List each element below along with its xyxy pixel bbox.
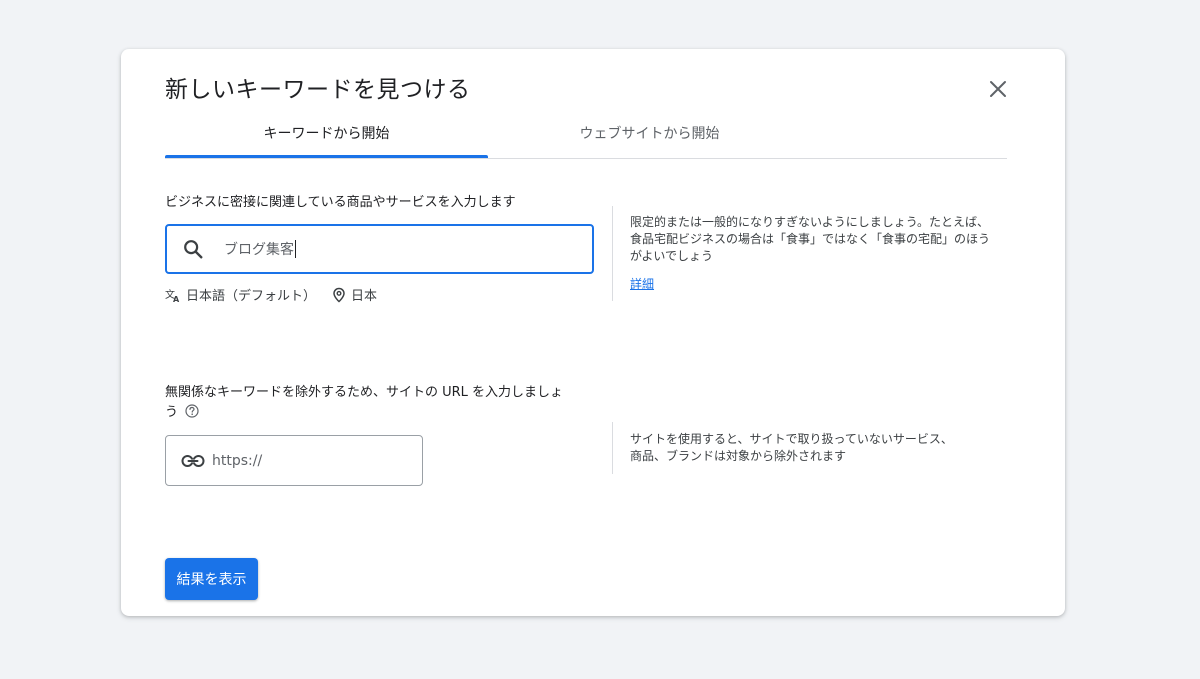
keyword-planner-dialog: 新しいキーワードを見つける キーワードから開始 ウェブサイトから開始 ビジネスに… [121,49,1065,616]
learn-more-link[interactable]: 詳細 [630,275,654,292]
location-label: 日本 [351,289,378,304]
keyword-hint-divider [612,206,613,301]
url-section-label-line1: 無関係なキーワードを除外するため、サイトの URL を入力しましょ [165,385,564,400]
help-circle-icon[interactable] [185,404,199,418]
tab-start-with-keywords[interactable]: キーワードから開始 [165,119,488,158]
website-url-field[interactable] [165,435,423,486]
show-results-button[interactable]: 結果を表示 [165,558,258,600]
language-label: 日本語（デフォルト） [186,289,317,304]
tab-bar: キーワードから開始 ウェブサイトから開始 [165,119,1007,159]
search-icon [184,240,203,259]
translate-icon: 文 A [165,288,180,303]
website-url-input[interactable] [212,452,412,469]
tab-label: ウェブサイトから開始 [579,126,720,142]
close-icon [990,81,1006,97]
svg-text:A: A [173,295,180,303]
keyword-input[interactable]: ブログ集客 [165,224,594,274]
url-hint-divider [612,422,613,474]
dialog-title: 新しいキーワードを見つける [165,77,471,103]
keyword-input-value: ブログ集客 [224,242,294,258]
url-hint-line1: サイトを使用すると、サイトで取り扱っていないサービス、 [630,432,953,446]
url-hint-line2: 商品、ブランドは対象から除外されます [630,449,847,463]
location-pin-icon [333,287,345,303]
url-hint-text: サイトを使用すると、サイトで取り扱っていないサービス、 商品、ブランドは対象から… [630,431,995,465]
text-cursor [295,240,296,258]
url-section-label: 無関係なキーワードを除外するため、サイトの URL を入力しましょ う [165,383,563,423]
url-section-label-line2: う [165,405,179,420]
link-icon [181,454,205,467]
tab-start-with-website[interactable]: ウェブサイトから開始 [488,119,811,157]
active-tab-indicator [165,155,488,158]
keyword-section-label: ビジネスに密接に関連している商品やサービスを入力します [165,195,516,210]
tab-label: キーワードから開始 [263,126,390,142]
keyword-hint-text: 限定的または一般的になりすぎないようにしましょう。たとえば、食品宅配ビジネスの場… [630,215,991,263]
language-selector[interactable]: 文 A 日本語（デフォルト） [165,285,317,305]
location-selector[interactable]: 日本 [332,285,377,304]
targeting-row: 文 A 日本語（デフォルト） 日本 [165,285,377,304]
close-button[interactable] [985,76,1011,102]
